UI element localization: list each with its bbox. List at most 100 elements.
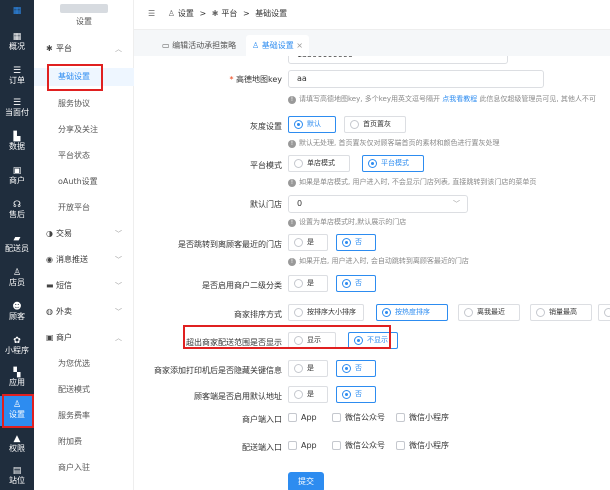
default-address-yes[interactable]: 是 [288,386,328,403]
default-address-label: 顾客端是否启用默认地址 [194,392,282,401]
sidebar-item-merchant-join[interactable]: 商户入驻 [34,459,134,477]
second-category-yes[interactable]: 是 [288,275,328,292]
map-key-input[interactable]: aa [288,70,544,88]
nav-permission[interactable]: ▲ 权限 [0,434,34,453]
sort-option-rating[interactable]: 评 [598,304,610,321]
merchant-entry-label: 商户端入口 [242,415,282,424]
out-of-range-show[interactable]: 显示 [288,332,336,349]
gear-icon: ✱ [46,44,53,53]
printer-hide-no[interactable]: 否 [336,360,376,377]
gray-option-default[interactable]: 默认 [288,116,336,133]
gray-label: 灰度设置 [250,122,282,131]
sidebar-group-sms[interactable]: ▬ 短信 ﹀ [34,277,134,295]
close-icon[interactable]: × [296,41,303,50]
info-icon: ! [288,258,296,266]
order-icon: ☰ [12,66,22,76]
mode-option-platform[interactable]: 平台模式 [362,155,424,172]
page-icon: ▭ [162,41,170,50]
dashboard-icon: ▦ [12,32,22,42]
pay-icon: ☰ [12,98,22,108]
lock-icon: ▲ [13,434,21,444]
printer-hide-yes[interactable]: 是 [288,360,328,377]
sidebar-item-oauth[interactable]: oAuth设置 [34,173,134,191]
sidebar-item-open-platform[interactable]: 开放平台 [34,199,134,217]
merchant-icon: ▣ [46,333,54,342]
sidebar-group-message[interactable]: ◉ 消息推送 ﹀ [34,251,134,269]
mode-option-single-store[interactable]: 单店模式 [288,155,350,172]
jump-nearest-yes[interactable]: 是 [288,234,328,251]
radio-dot [294,279,303,288]
radio-dot [294,238,303,247]
nav-courier[interactable]: ▰ 配送员 [0,234,34,253]
nav-customer[interactable]: ☻ 顾客 [0,302,34,321]
breadcrumb-platform[interactable]: 平台 [221,9,237,18]
sidebar-item-share-follow[interactable]: 分享及关注 [34,121,134,139]
sidebar-item-service-rate[interactable]: 服务费率 [34,407,134,425]
merchant-entry-wechat-mini[interactable]: 微信小程序 [396,412,449,424]
map-key-hint: ! 请填写高德地图key, 多个key用英文逗号隔开 点我看教程 此信息仅超级管理… [288,94,596,104]
tab-basic-settings[interactable]: ♙ 基础设置 × [246,35,309,56]
checkbox [396,441,405,450]
nav-placeholder[interactable]: ▤ 站位 [0,466,34,485]
sidebar-item-service-agreement[interactable]: 服务协议 [34,95,134,113]
merchant-entry-wechat-oa[interactable]: 微信公众号 [332,412,385,424]
sidebar-group-takeout[interactable]: ◍ 外卖 ﹀ [34,303,134,321]
jump-nearest-no[interactable]: 否 [336,234,376,251]
platform-mode-label: 平台模式 [250,161,282,170]
sort-option-nearest[interactable]: 离我最近 [458,304,520,321]
default-address-no[interactable]: 否 [336,386,376,403]
courier-entry-wechat-mini[interactable]: 微信小程序 [396,440,449,452]
nav-face-pay[interactable]: ☰ 当面付 [0,98,34,117]
trade-icon: ◑ [46,229,53,238]
sidebar-item-basic-settings[interactable]: 基础设置 [34,68,134,86]
submit-button[interactable]: 提交 [288,472,324,490]
settings-form: 13590000000 * 高德地图key aa !请填写高德地图key, 多个… [150,56,610,490]
nav-merchant[interactable]: ▣ 商户 [0,166,34,185]
sidebar-item-recommend[interactable]: 为您优选 [34,355,134,373]
nav-dashboard[interactable]: ▦ 概况 [0,32,34,51]
radio-dot [342,390,351,399]
courier-entry-label: 配送端入口 [242,443,282,452]
phone-field[interactable]: 13590000000 [288,56,508,64]
nav-miniprogram[interactable]: ✿ 小程序 [0,336,34,355]
user-icon: ♙ [252,41,260,50]
sort-option-order-size[interactable]: 按排序大小排序 [288,304,364,321]
sidebar-group-merchant[interactable]: ▣ 商户 ︿ [34,329,134,347]
breadcrumb-current: 基础设置 [255,9,288,18]
main-nav-rail: ▦ ▦ 概况 ☰ 订单 ☰ 当面付 ▙ 数据 ▣ 商户 ☊ 售后 ▰ 配送员 ♙ 店员 ☻ 顾客 … [0,0,34,490]
second-category-no[interactable]: 否 [336,275,376,292]
info-icon: ! [288,219,296,227]
sidebar-group-platform[interactable]: ✱ 平台 ︿ [34,40,134,58]
courier-entry-wechat-oa[interactable]: 微信公众号 [332,440,385,452]
nav-settings[interactable]: ♙ 设置 [0,396,34,426]
breadcrumb-settings[interactable]: 设置 [178,9,194,18]
checkbox [332,441,341,450]
chevron-down-icon: ﹀ [115,230,122,238]
radio-dot [342,279,351,288]
headset-icon: ☊ [13,200,21,210]
nav-aftersale[interactable]: ☊ 售后 [0,200,34,219]
tutorial-link[interactable]: 点我看教程 [442,95,477,103]
sidebar-item-surcharge[interactable]: 附加费 [34,433,134,451]
sidebar-group-trade[interactable]: ◑ 交易 ﹀ [34,225,134,243]
sidebar-item-delivery-mode[interactable]: 配送模式 [34,381,134,399]
gray-option-homepage-gray[interactable]: 首页置灰 [344,116,406,133]
merchant-entry-app[interactable]: App [288,412,317,424]
radio-dot [354,336,363,345]
default-store-select[interactable]: 0 ﹀ [288,195,468,213]
tab-activity-strategy[interactable]: ▭ 编辑活动承担策略 [156,35,242,56]
sidebar-item-platform-status[interactable]: 平台状态 [34,147,134,165]
customer-icon: ☻ [12,302,22,312]
chevron-up-icon: ︿ [115,45,122,53]
radio-dot [294,308,303,317]
menu-toggle-icon[interactable]: ☰ [148,9,155,18]
nav-data[interactable]: ▙ 数据 [0,132,34,151]
nav-apps[interactable]: ▚ 应用 [0,368,34,387]
out-of-range-hide[interactable]: 不显示 [348,332,398,349]
sort-option-top-sales[interactable]: 销量最高 [530,304,592,321]
sort-option-popularity[interactable]: 按热度排序 [376,304,448,321]
courier-entry-app[interactable]: App [288,440,317,452]
nav-staff[interactable]: ♙ 店员 [0,268,34,287]
nav-orders[interactable]: ☰ 订单 [0,66,34,85]
chevron-down-icon: ﹀ [453,200,460,208]
